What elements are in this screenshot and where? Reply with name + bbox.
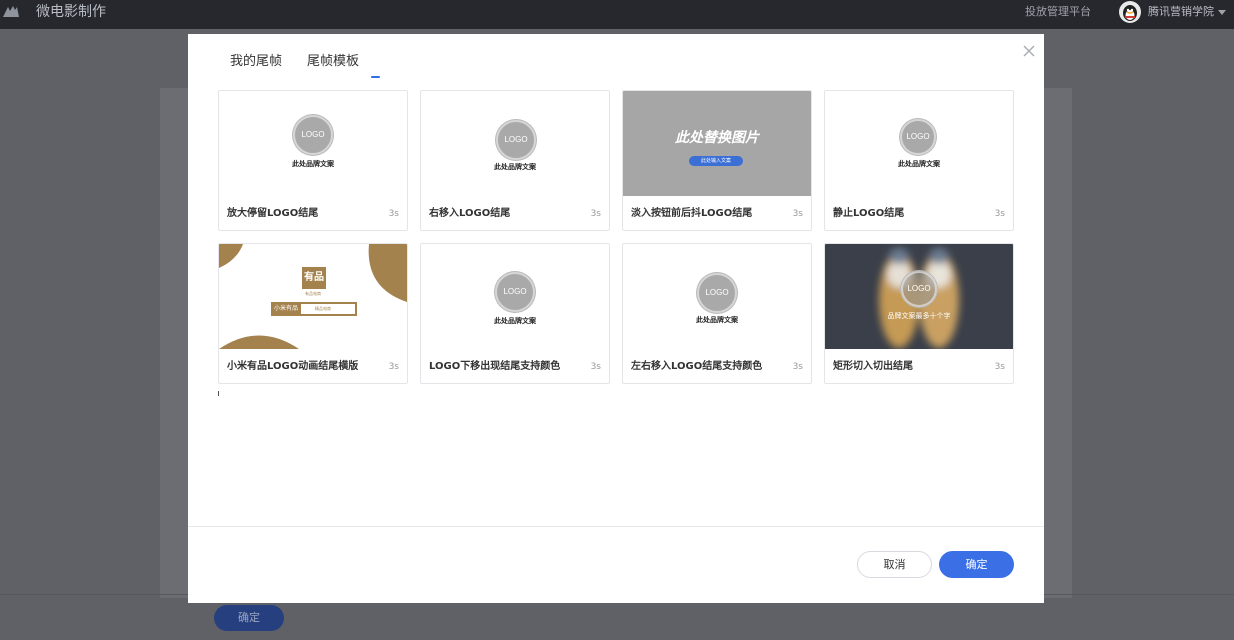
confirm-button[interactable]: 确定 <box>939 551 1014 578</box>
template-card[interactable]: LOGO 此处品牌文案 左右移入LOGO结尾支持颜色 3s <box>622 243 812 384</box>
template-duration: 3s <box>792 362 803 372</box>
brand-copy: 此处品牌文案 <box>494 163 536 171</box>
youpin-bar-field: 精品电商 <box>301 304 355 314</box>
logo-placeholder: LOGO <box>293 115 333 155</box>
template-card[interactable]: LOGO 此处品牌文案 静止LOGO结尾 3s <box>824 90 1014 231</box>
tab-my-end-frames[interactable]: 我的尾帧 <box>230 54 282 70</box>
brand-copy: 此处品牌文案 <box>494 317 536 325</box>
template-thumbnail: LOGO 品牌文案最多十个字 <box>825 244 1013 349</box>
template-duration: 3s <box>994 362 1005 372</box>
brand-copy: 品牌文案最多十个字 <box>887 312 951 320</box>
template-duration: 3s <box>590 362 601 372</box>
template-thumbnail: 此处替换图片 此处输入文案 <box>623 91 811 196</box>
brand-copy: 此处品牌文案 <box>292 160 334 168</box>
template-name: 放大停留LOGO结尾 <box>227 208 319 219</box>
end-frame-modal: 我的尾帧 尾帧模板 LOGO 此处品牌文案 放大停留LOGO结尾 3s LOGO… <box>188 34 1044 603</box>
template-thumbnail: LOGO 此处品牌文案 <box>623 244 811 349</box>
tab-end-frame-templates[interactable]: 尾帧模板 <box>307 54 359 70</box>
chevron-down-icon[interactable] <box>1218 10 1226 15</box>
logo-text: LOGO <box>907 284 931 293</box>
stray-mark <box>218 391 219 396</box>
template-thumbnail: LOGO 此处品牌文案 <box>219 91 407 196</box>
logo-text: LOGO <box>504 135 528 144</box>
template-duration: 3s <box>792 209 803 219</box>
template-name: 矩形切入切出结尾 <box>833 361 913 372</box>
template-duration: 3s <box>388 209 399 219</box>
copy-button-placeholder: 此处输入文案 <box>689 156 743 166</box>
logo-placeholder: LOGO <box>901 271 937 307</box>
youpin-logo: 有品 <box>302 267 326 289</box>
template-duration: 3s <box>388 362 399 372</box>
youpin-search-bar: 小米有品 精品电商 <box>271 302 357 316</box>
brand-copy: 此处品牌文案 <box>898 160 940 168</box>
logo-text: LOGO <box>906 132 930 141</box>
template-card[interactable]: 此处替换图片 此处输入文案 淡入按钮前后抖LOGO结尾 3s <box>622 90 812 231</box>
logo-text: LOGO <box>503 287 527 296</box>
logo-placeholder: LOGO <box>697 273 737 313</box>
template-thumbnail: LOGO 此处品牌文案 <box>421 91 609 196</box>
replace-image-text: 此处替换图片 <box>675 130 759 146</box>
app-title: 微电影制作 <box>36 4 106 20</box>
user-name[interactable]: 腾讯营销学院 <box>1148 5 1214 19</box>
template-card[interactable]: LOGO 品牌文案最多十个字 矩形切入切出结尾 3s <box>824 243 1014 384</box>
template-name: 淡入按钮前后抖LOGO结尾 <box>631 208 753 219</box>
logo-placeholder: LOGO <box>495 272 535 312</box>
user-avatar[interactable] <box>1119 1 1141 23</box>
template-card[interactable]: 有品 有品电商 小米有品 精品电商 小米有品LOGO动画结尾横版 3s <box>218 243 408 384</box>
background-confirm-button: 确定 <box>214 605 284 631</box>
penguin-avatar-icon <box>1123 5 1137 21</box>
platform-link[interactable]: 投放管理平台 <box>1025 5 1091 19</box>
template-thumbnail: LOGO 此处品牌文案 <box>825 91 1013 196</box>
logo-placeholder: LOGO <box>900 119 936 155</box>
close-icon[interactable] <box>1022 44 1036 58</box>
footer-divider <box>188 526 1044 527</box>
template-card[interactable]: LOGO 此处品牌文案 LOGO下移出现结尾支持颜色 3s <box>420 243 610 384</box>
template-name: 小米有品LOGO动画结尾横版 <box>227 361 359 372</box>
template-card[interactable]: LOGO 此处品牌文案 放大停留LOGO结尾 3s <box>218 90 408 231</box>
logo-placeholder: LOGO <box>496 120 536 160</box>
active-tab-indicator <box>371 76 380 78</box>
template-thumbnail: LOGO 此处品牌文案 <box>421 244 609 349</box>
template-card[interactable]: LOGO 此处品牌文案 右移入LOGO结尾 3s <box>420 90 610 231</box>
logo-text: LOGO <box>301 130 325 139</box>
template-duration: 3s <box>590 209 601 219</box>
template-name: 静止LOGO结尾 <box>833 208 905 219</box>
template-duration: 3s <box>994 209 1005 219</box>
brand-copy: 此处品牌文案 <box>696 316 738 324</box>
template-thumbnail: 有品 有品电商 小米有品 精品电商 <box>219 244 407 349</box>
youpin-subtitle: 有品电商 <box>305 291 321 296</box>
template-name: LOGO下移出现结尾支持颜色 <box>429 361 561 372</box>
template-name: 右移入LOGO结尾 <box>429 208 511 219</box>
app-logo-icon <box>3 6 19 17</box>
youpin-bar-label: 小米有品 <box>274 305 299 312</box>
top-bar: 微电影制作 投放管理平台 腾讯营销学院 <box>0 0 1234 29</box>
logo-text: LOGO <box>705 288 729 297</box>
cancel-button[interactable]: 取消 <box>857 551 932 578</box>
template-name: 左右移入LOGO结尾支持颜色 <box>631 361 763 372</box>
